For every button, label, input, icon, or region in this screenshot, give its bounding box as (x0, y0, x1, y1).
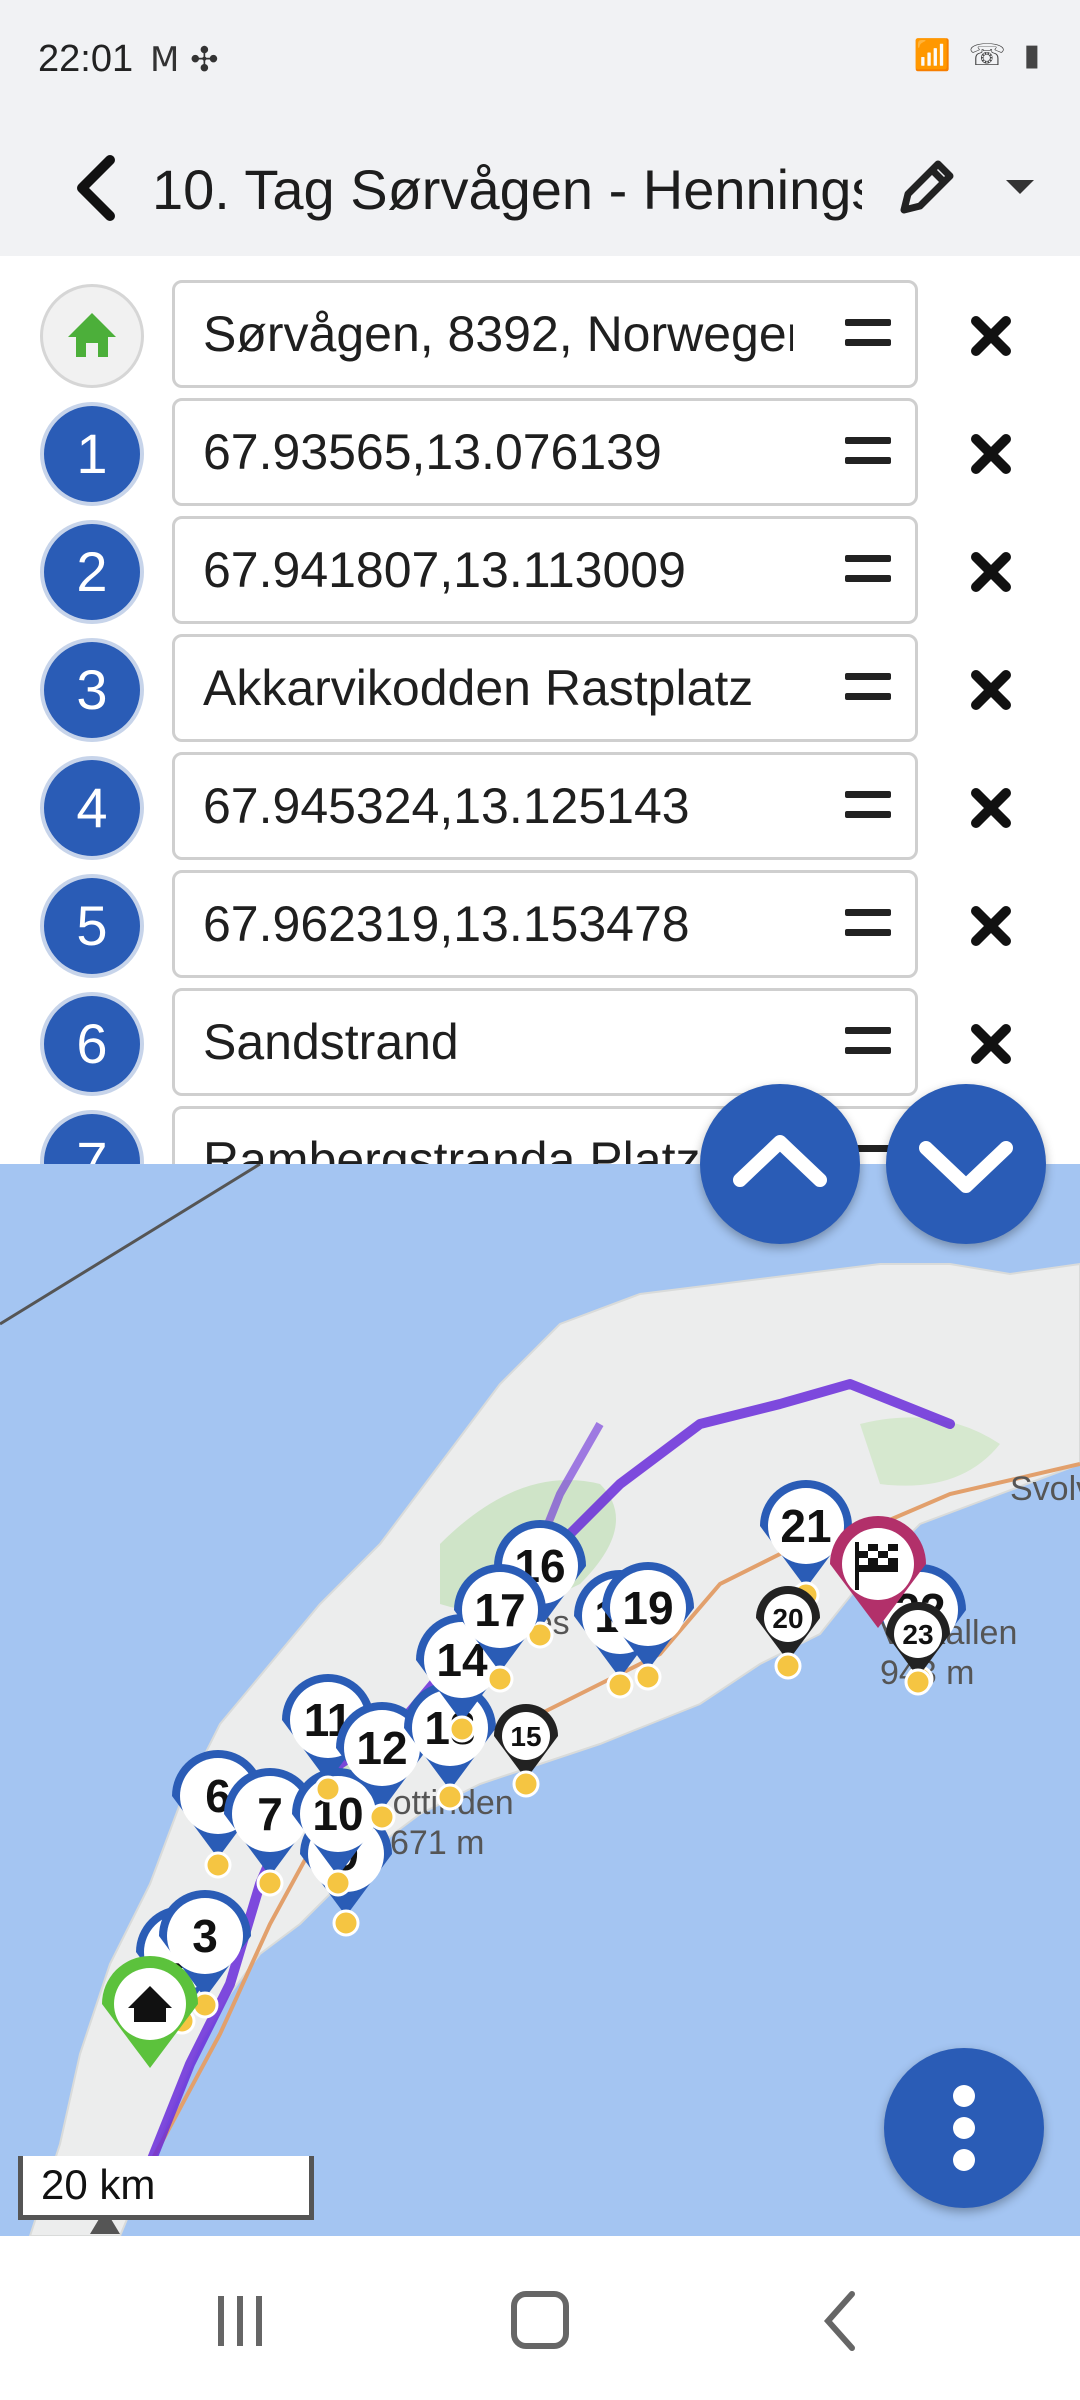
route-map[interactable]: Kottinden 671 m Vinkallen 943 m Leknes S… (0, 1164, 1080, 2236)
town-label: Svolvær (1010, 1470, 1080, 1508)
waypoint-row[interactable]: 1 67.93565,13.076139 (0, 394, 1080, 512)
back-nav-icon[interactable] (800, 2286, 880, 2356)
status-bar: 22:01 M ✣ 📶 ☏ ▮ (0, 0, 1080, 120)
remove-waypoint-icon[interactable] (956, 650, 1026, 730)
waypoint-value[interactable]: 67.941807,13.113009 (203, 519, 793, 621)
marker-number: 23 (902, 1619, 933, 1650)
waypoint-list[interactable]: Sørvågen, 8392, Norwegen 1 67.93565,13.076… (0, 256, 1080, 1164)
waypoint-value[interactable]: 67.945324,13.125143 (203, 755, 793, 857)
recent-apps-icon[interactable] (200, 2286, 280, 2356)
chevron-up-icon (733, 1135, 827, 1187)
waypoint-number-badge: 4 (40, 756, 144, 860)
back-arrow-icon[interactable] (60, 138, 140, 238)
expand-list-button[interactable] (886, 1084, 1046, 1244)
marker-number: 17 (474, 1584, 525, 1636)
more-vertical-icon (953, 2085, 975, 2171)
edit-pencil-icon[interactable] (886, 148, 966, 228)
drag-handle-icon[interactable] (845, 909, 891, 943)
waypoint-value[interactable]: Sandstrand (203, 991, 793, 1093)
waypoint-row[interactable]: 4 67.945324,13.125143 (0, 748, 1080, 866)
waypoint-input[interactable]: Sandstrand (172, 988, 918, 1096)
waypoint-row[interactable]: 5 67.962319,13.153478 (0, 866, 1080, 984)
water-channel (0, 1164, 261, 1326)
remove-waypoint-icon[interactable] (956, 414, 1026, 494)
home-nav-icon[interactable] (500, 2286, 580, 2356)
drag-handle-icon[interactable] (845, 791, 891, 825)
dropdown-caret-icon[interactable] (980, 148, 1060, 228)
waypoint-number-badge: 6 (40, 992, 144, 1096)
marker-number: 20 (772, 1603, 803, 1634)
more-options-button[interactable] (884, 2048, 1044, 2208)
waypoint-value[interactable]: 67.93565,13.076139 (203, 401, 793, 503)
waypoint-input[interactable]: 67.945324,13.125143 (172, 752, 918, 860)
waypoint-number-badge: 7 (40, 1110, 144, 1164)
remove-waypoint-icon[interactable] (956, 532, 1026, 612)
waypoint-value[interactable]: 67.962319,13.153478 (203, 873, 793, 975)
waypoint-input[interactable]: Sørvågen, 8392, Norwegen (172, 280, 918, 388)
waypoint-row[interactable]: Sørvågen, 8392, Norwegen (0, 276, 1080, 394)
remove-waypoint-icon[interactable] (956, 768, 1026, 848)
notification-icons: M ✣ (150, 40, 219, 80)
waypoint-input[interactable]: 67.941807,13.113009 (172, 516, 918, 624)
marker-number: 12 (356, 1722, 407, 1774)
collapse-list-button[interactable] (700, 1084, 860, 1244)
chevron-down-icon (919, 1141, 1013, 1193)
waypoint-input[interactable]: Akkarvikodden Rastplatz (172, 634, 918, 742)
drag-handle-icon[interactable] (845, 555, 891, 589)
waypoint-row[interactable]: 2 67.941807,13.113009 (0, 512, 1080, 630)
waypoint-value[interactable]: Akkarvikodden Rastplatz (203, 637, 793, 739)
marker-number: 3 (192, 1910, 218, 1962)
waypoint-number-badge: 3 (40, 638, 144, 742)
map-scale: 20 km (18, 2156, 314, 2220)
system-icons: 📶 ☏ ▮ (913, 38, 1044, 73)
page-title: 10. Tag Sørvågen - Henningsvær (152, 158, 862, 221)
system-nav-bar (0, 2236, 1080, 2400)
waypoint-number-badge: 1 (40, 402, 144, 506)
remove-waypoint-icon[interactable] (956, 1004, 1026, 1084)
waypoint-number-badge: 2 (40, 520, 144, 624)
drag-handle-icon[interactable] (845, 319, 891, 353)
waypoint-input[interactable]: 67.93565,13.076139 (172, 398, 918, 506)
marker-number: 19 (622, 1582, 673, 1634)
marker-number: 15 (510, 1721, 541, 1752)
waypoint-value[interactable]: Sørvågen, 8392, Norwegen (203, 283, 793, 385)
app-bar: 10. Tag Sørvågen - Henningsvær (0, 120, 1080, 256)
start-badge (40, 284, 144, 388)
home-icon (68, 313, 116, 357)
waypoint-input[interactable]: 67.962319,13.153478 (172, 870, 918, 978)
drag-handle-icon[interactable] (845, 1027, 891, 1061)
remove-waypoint-icon[interactable] (956, 886, 1026, 966)
marker-number: 21 (780, 1500, 831, 1552)
waypoint-row[interactable]: 3 Akkarvikodden Rastplatz (0, 630, 1080, 748)
status-time: 22:01 (38, 38, 134, 80)
waypoint-number-badge: 5 (40, 874, 144, 978)
remove-waypoint-icon[interactable] (956, 296, 1026, 376)
drag-handle-icon[interactable] (845, 673, 891, 707)
drag-handle-icon[interactable] (845, 437, 891, 471)
marker-number: 7 (257, 1788, 283, 1840)
peak-height: 671 m (390, 1824, 485, 1862)
